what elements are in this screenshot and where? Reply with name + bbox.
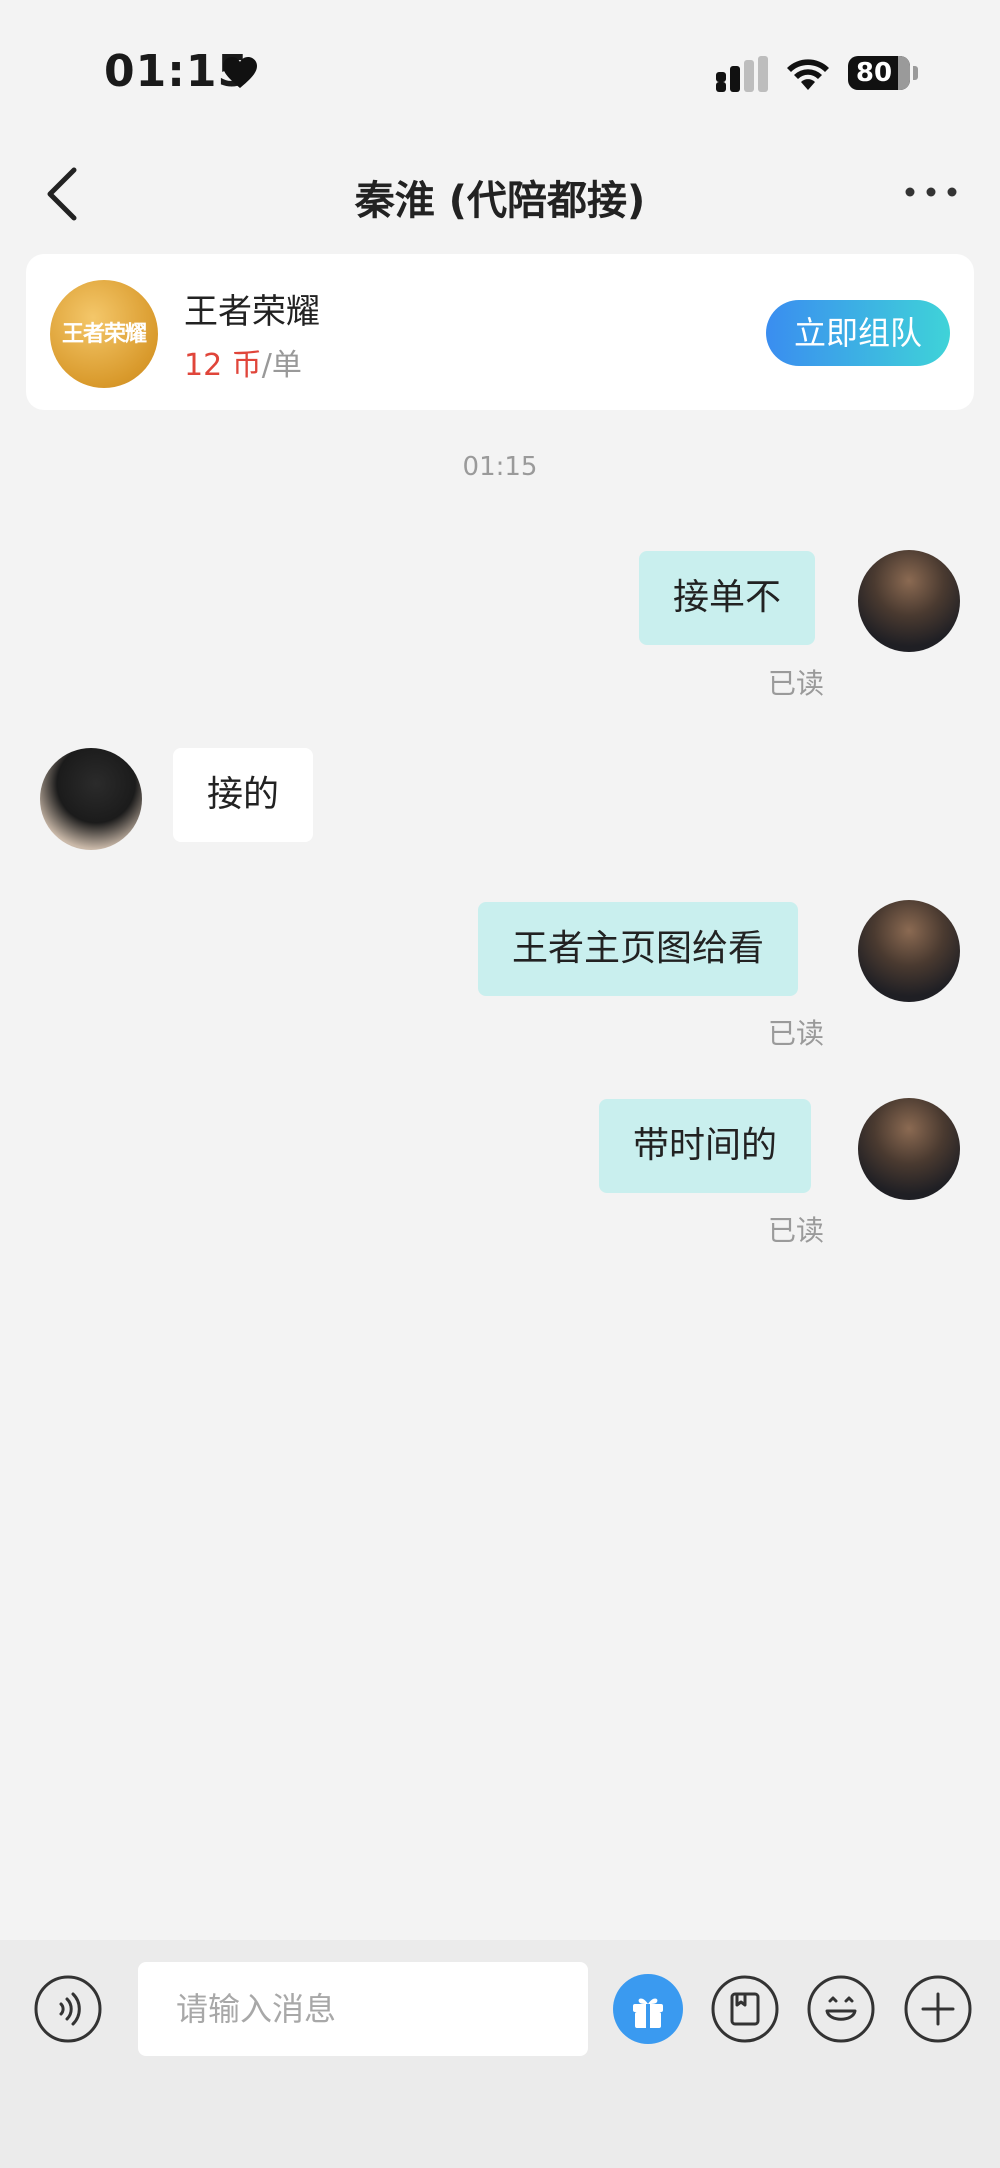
price-value: 12 币 [184, 348, 262, 383]
my-avatar[interactable] [858, 1098, 960, 1200]
cellular-signal-icon [716, 56, 768, 92]
game-logo-text: 王者荣耀 [61, 322, 147, 347]
contact-avatar[interactable] [40, 748, 142, 850]
game-price: 12 币/单 [184, 340, 302, 384]
wifi-icon [787, 59, 829, 90]
voice-icon[interactable] [33, 1974, 103, 2044]
read-status: 已读 [768, 1017, 825, 1050]
game-logo: 王者荣耀 [50, 280, 158, 388]
game-name: 王者荣耀 [184, 292, 320, 332]
price-unit: /单 [261, 348, 302, 383]
input-bar [0, 1940, 1000, 2168]
more-options-icon[interactable] [904, 182, 958, 202]
order-card-icon[interactable] [710, 1974, 780, 2044]
battery-level: 80 [855, 58, 893, 88]
message-bubble-sent[interactable]: 接单不 [639, 551, 816, 645]
battery-indicator: 80 [848, 56, 910, 90]
status-bar: 01:15 80 [0, 0, 1000, 140]
emoji-icon[interactable] [806, 1974, 876, 2044]
chat-title: 秦淮 (代陪都接) [354, 178, 646, 224]
read-status: 已读 [768, 667, 825, 700]
plus-icon[interactable] [903, 1974, 973, 2044]
message-bubble-received[interactable]: 接的 [173, 748, 314, 842]
team-up-button[interactable]: 立即组队 [766, 300, 950, 366]
heart-icon [223, 57, 257, 88]
chat-timestamp: 01:15 [462, 452, 538, 482]
back-arrow-icon[interactable] [40, 164, 84, 224]
battery-nub [913, 66, 918, 80]
game-service-card[interactable]: 王者荣耀 王者荣耀 12 币/单 立即组队 [26, 254, 974, 410]
read-status: 已读 [768, 1214, 825, 1247]
my-avatar[interactable] [858, 550, 960, 652]
message-input[interactable] [138, 1962, 588, 2056]
message-bubble-sent[interactable]: 带时间的 [599, 1099, 812, 1193]
my-avatar[interactable] [858, 900, 960, 1002]
message-bubble-sent[interactable]: 王者主页图给看 [478, 902, 799, 996]
gift-icon[interactable] [613, 1974, 683, 2044]
